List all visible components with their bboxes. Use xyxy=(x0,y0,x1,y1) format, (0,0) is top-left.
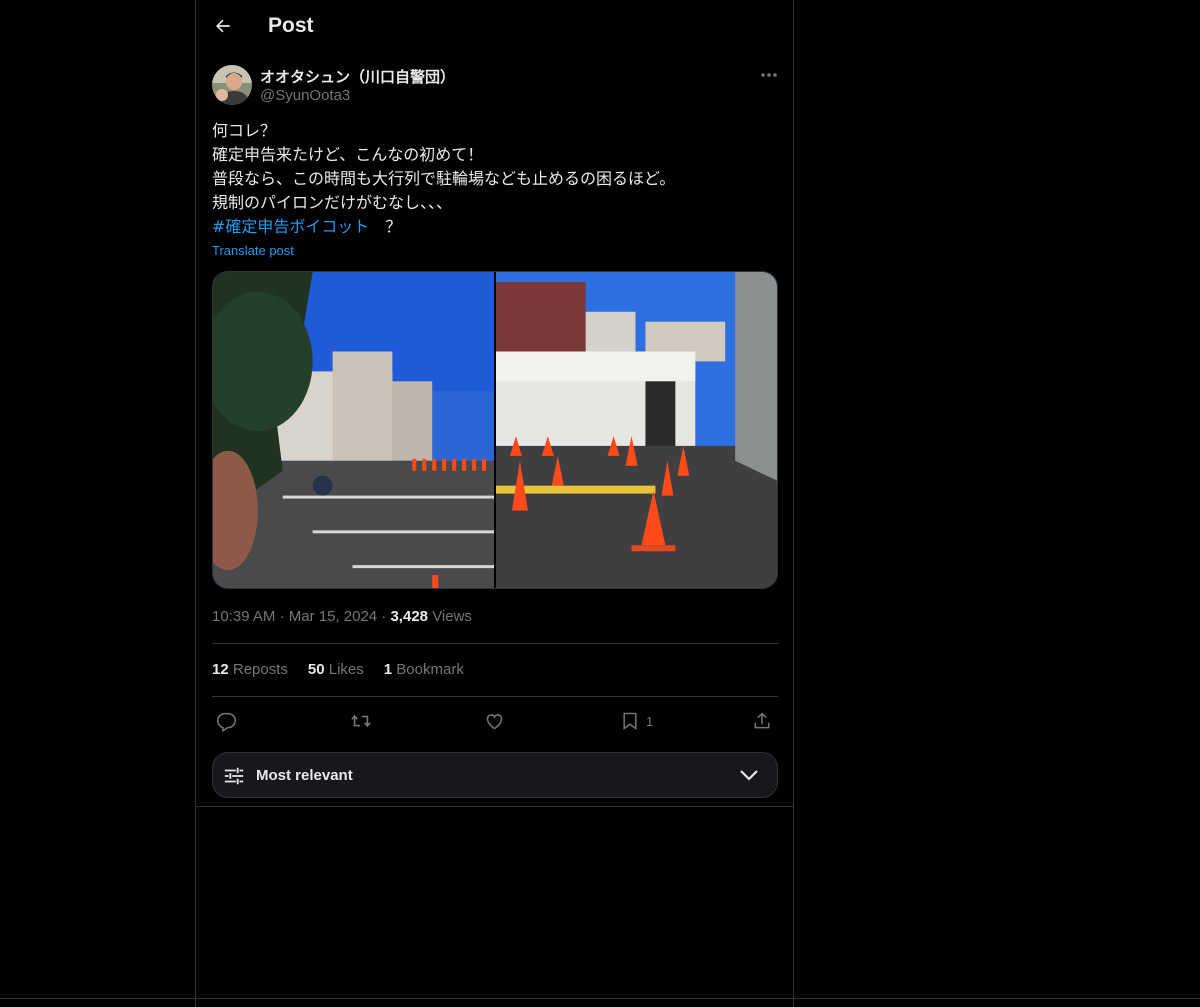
heart-icon xyxy=(486,713,503,729)
page-title: Post xyxy=(268,14,314,37)
bookmark-button[interactable]: 1 xyxy=(620,708,653,734)
likes-stat[interactable]: 50 Likes xyxy=(308,661,364,678)
post-text: 何コレ？ 確定申告来たけど、こんなの初めて！ 普段なら、この時間も大行列で駐輪場… xyxy=(212,119,772,239)
post-text-line: 普段なら、この時間も大行列で駐輪場なども止めるの困るほど。 xyxy=(212,169,676,188)
reposts-stat[interactable]: 12 Reposts xyxy=(212,661,288,678)
sliders-icon xyxy=(224,767,244,785)
reposts-count: 12 xyxy=(212,661,229,678)
author-handle[interactable]: @SyunOota3 xyxy=(260,87,350,104)
divider xyxy=(196,806,793,807)
header-bar: Post xyxy=(196,0,793,53)
post-text-suffix: ？ xyxy=(369,217,402,236)
bookmarks-label: Bookmark xyxy=(396,661,464,678)
bottom-divider xyxy=(0,998,1200,999)
bookmark-action-count: 1 xyxy=(646,713,654,729)
post-column: Post オオタシュン（川口自警団） @SyunOota3 何コレ？ 確定申告来… xyxy=(195,0,794,1007)
divider xyxy=(212,643,778,644)
post-text-line: 何コレ？ xyxy=(212,121,277,140)
share-button[interactable] xyxy=(752,708,772,734)
likes-label: Likes xyxy=(328,661,364,678)
sort-label: Most relevant xyxy=(256,767,353,784)
arrow-left-icon xyxy=(216,19,230,33)
post-date[interactable]: Mar 15, 2024 xyxy=(289,608,377,625)
reply-icon xyxy=(216,712,237,732)
reply-button[interactable] xyxy=(216,708,237,734)
photo-2[interactable] xyxy=(496,272,777,588)
post-time[interactable]: 10:39 AM xyxy=(212,608,275,625)
more-options-button[interactable] xyxy=(756,64,782,86)
repost-icon xyxy=(351,714,371,728)
reposts-label: Reposts xyxy=(232,661,288,678)
share-icon xyxy=(754,712,770,729)
meta-separator: · xyxy=(279,608,285,625)
media-grid xyxy=(212,271,778,589)
likes-count: 50 xyxy=(307,661,325,678)
post-text-line: 確定申告来たけど、こんなの初めて！ xyxy=(212,145,484,164)
repost-button[interactable] xyxy=(350,708,372,734)
meta-separator: · xyxy=(381,608,387,625)
avatar[interactable] xyxy=(212,65,252,105)
chevron-down-icon xyxy=(740,770,758,781)
back-button[interactable] xyxy=(208,11,238,41)
bookmarks-count: 1 xyxy=(383,661,393,678)
divider xyxy=(212,696,778,697)
bookmarks-stat[interactable]: 1 Bookmark xyxy=(384,661,464,678)
hashtag-link[interactable]: #確定申告ボイコット xyxy=(212,217,369,236)
more-icon xyxy=(761,73,777,77)
post-meta: 10:39 AM · Mar 15, 2024 · 3,428 Views xyxy=(212,608,472,625)
engagement-stats: 12 Reposts 50 Likes 1 Bookmark xyxy=(212,661,464,678)
translate-post-link[interactable]: Translate post xyxy=(212,243,294,258)
bookmark-icon xyxy=(623,712,637,730)
views-label: Views xyxy=(432,608,472,625)
author-display-name[interactable]: オオタシュン（川口自警団） xyxy=(260,66,455,87)
photo-1[interactable] xyxy=(213,272,494,588)
like-button[interactable] xyxy=(484,708,505,734)
reply-sort-dropdown[interactable]: Most relevant xyxy=(212,752,778,798)
post-text-line: 規制のパイロンだけがむなし、、、 xyxy=(212,193,453,212)
views-count: 3,428 xyxy=(390,608,429,625)
